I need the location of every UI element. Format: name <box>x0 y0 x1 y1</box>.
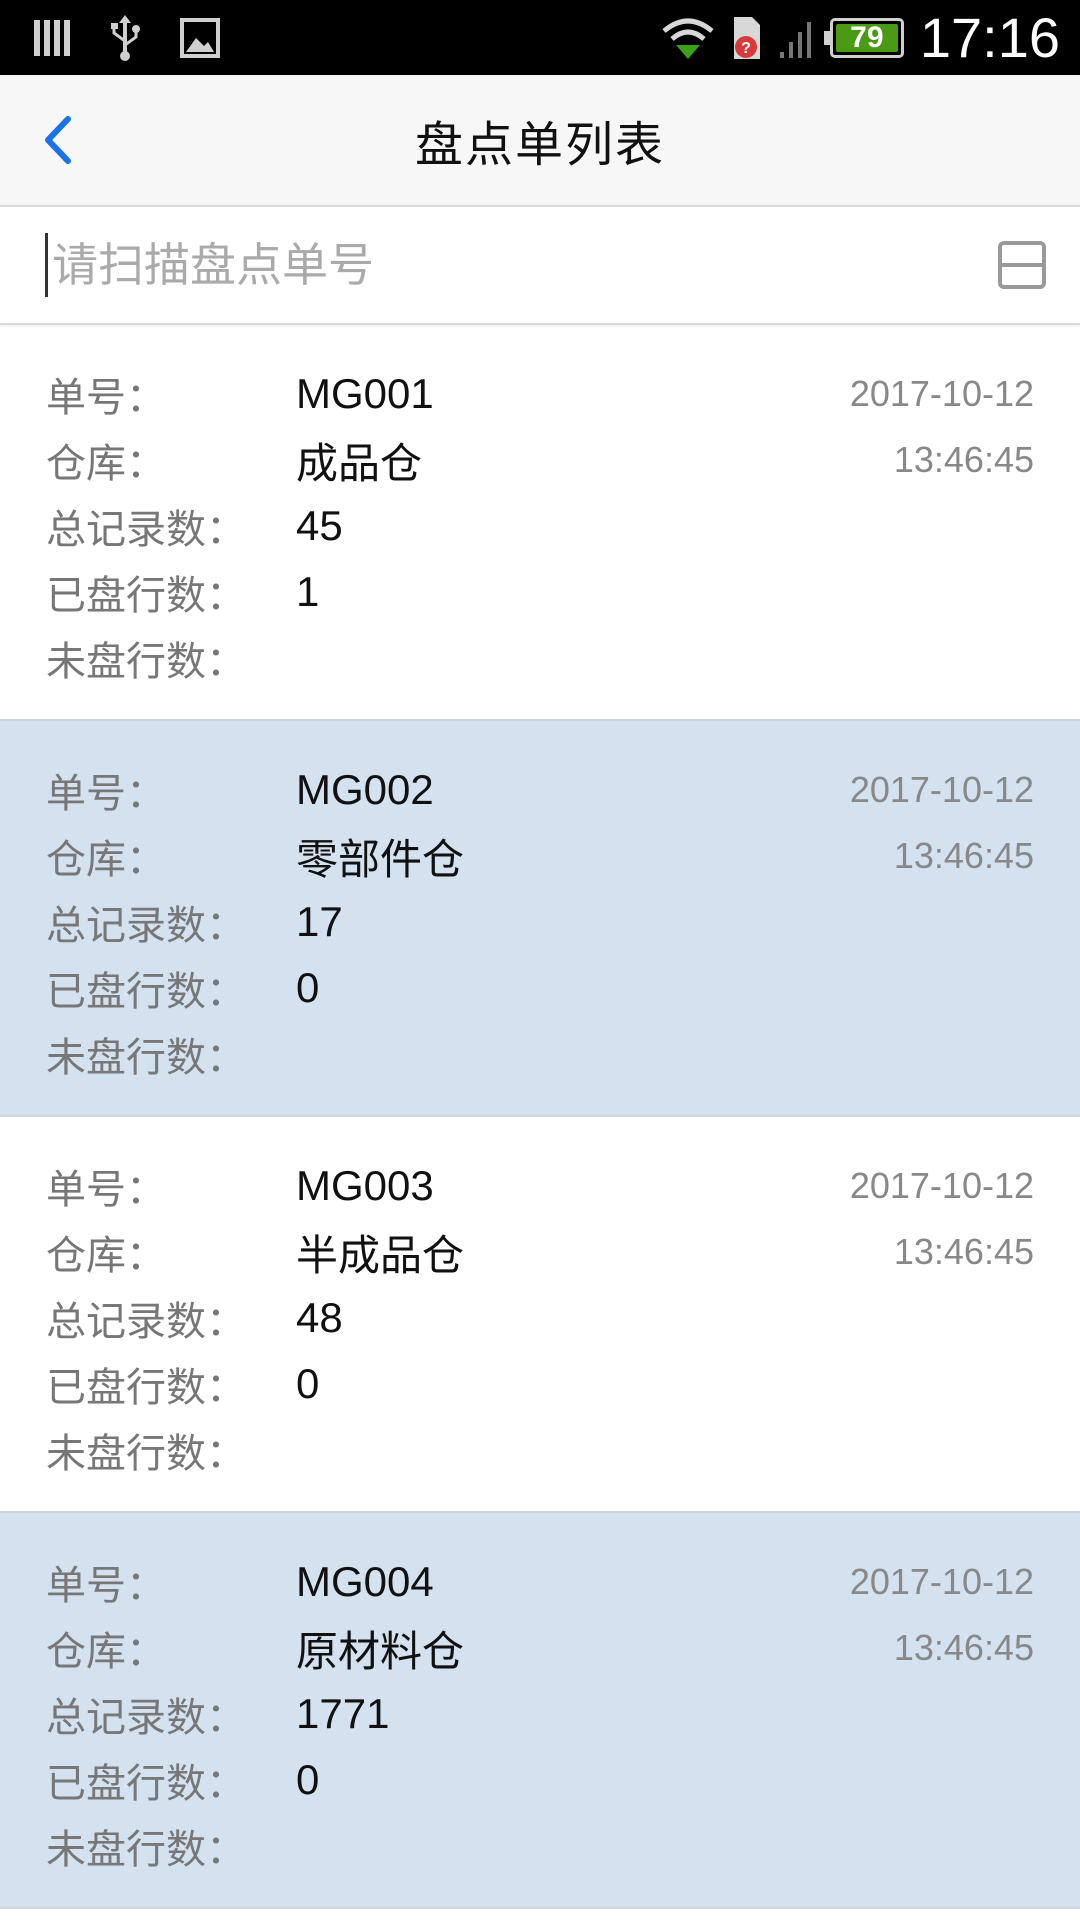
order-time: 13:46:45 <box>893 1231 1034 1272</box>
list-item[interactable]: 单号： MG002 仓库： 零部件仓 总记录数： 17 已盘行数： 0 未盘行数： 20… <box>0 721 1080 1117</box>
done-value: 0 <box>296 1360 320 1407</box>
timestamp: 2017-10-12 13:46:45 <box>850 757 1034 889</box>
warehouse-label: 仓库： <box>46 1629 166 1675</box>
total-label: 总记录数： <box>46 1299 246 1345</box>
total-value: 17 <box>296 898 343 945</box>
list-item[interactable]: 单号： MG001 仓库： 成品仓 总记录数： 45 已盘行数： 1 未盘行数： 201… <box>0 325 1080 721</box>
timestamp: 2017-10-12 13:46:45 <box>850 1549 1034 1681</box>
total-label: 总记录数： <box>46 903 246 949</box>
status-bar: ? 79 17:16 <box>0 0 1080 75</box>
done-value: 0 <box>296 1756 320 1803</box>
order-number: MG004 <box>296 1558 434 1605</box>
order-number: MG001 <box>296 370 434 417</box>
clock: 17:16 <box>919 6 1060 69</box>
number-label: 单号： <box>46 1167 166 1213</box>
chevron-left-icon <box>45 116 71 164</box>
usb-icon <box>108 14 142 61</box>
image-icon <box>180 17 220 58</box>
done-label: 已盘行数： <box>46 1761 246 1807</box>
search-input[interactable] <box>45 233 994 297</box>
order-time: 13:46:45 <box>893 1627 1034 1668</box>
order-number: MG003 <box>296 1162 434 1209</box>
sim-alert-icon: ? <box>730 15 764 61</box>
app-bar: 盘点单列表 <box>0 75 1080 207</box>
order-time: 13:46:45 <box>893 439 1034 480</box>
warehouse-value: 零部件仓 <box>296 834 465 884</box>
wifi-icon <box>662 17 714 59</box>
order-time: 13:46:45 <box>893 835 1034 876</box>
scan-button[interactable] <box>994 237 1050 293</box>
notification-bars-icon <box>34 18 70 58</box>
page-title: 盘点单列表 <box>414 117 665 173</box>
total-label: 总记录数： <box>46 1695 246 1741</box>
timestamp: 2017-10-12 13:46:45 <box>850 361 1034 493</box>
number-label: 单号： <box>46 1563 166 1609</box>
total-value: 1771 <box>296 1690 390 1737</box>
number-label: 单号： <box>46 375 166 421</box>
timestamp: 2017-10-12 13:46:45 <box>850 1153 1034 1285</box>
warehouse-label: 仓库： <box>46 441 166 487</box>
pending-label: 未盘行数： <box>46 639 246 685</box>
back-button[interactable] <box>40 75 110 205</box>
order-number: MG002 <box>296 766 434 813</box>
svg-text:?: ? <box>741 40 751 57</box>
status-bar-left <box>34 14 258 61</box>
signal-icon <box>779 18 814 58</box>
done-value: 1 <box>296 568 320 615</box>
warehouse-value: 成品仓 <box>296 438 423 488</box>
pending-label: 未盘行数： <box>46 1827 246 1873</box>
search-bar <box>0 207 1080 325</box>
done-value: 0 <box>296 964 320 1011</box>
battery-level: 79 <box>850 20 884 54</box>
done-label: 已盘行数： <box>46 573 246 619</box>
total-value: 45 <box>296 502 343 549</box>
order-list: 单号： MG001 仓库： 成品仓 总记录数： 45 已盘行数： 1 未盘行数： 201… <box>0 325 1080 1909</box>
warehouse-label: 仓库： <box>46 837 166 883</box>
warehouse-label: 仓库： <box>46 1233 166 1279</box>
order-date: 2017-10-12 <box>849 1561 1034 1602</box>
battery-icon: 79 <box>823 17 904 58</box>
number-label: 单号： <box>46 771 166 817</box>
pending-label: 未盘行数： <box>46 1035 246 1081</box>
order-date: 2017-10-12 <box>849 1165 1034 1206</box>
list-item[interactable]: 单号： MG003 仓库： 半成品仓 总记录数： 48 已盘行数： 0 未盘行数： 20… <box>0 1117 1080 1513</box>
scan-icon <box>998 241 1046 289</box>
warehouse-value: 原材料仓 <box>296 1626 465 1676</box>
pending-label: 未盘行数： <box>46 1431 246 1477</box>
total-value: 48 <box>296 1294 343 1341</box>
list-item[interactable]: 单号： MG004 仓库： 原材料仓 总记录数： 1771 已盘行数： 0 未盘行数： … <box>0 1513 1080 1909</box>
total-label: 总记录数： <box>46 507 246 553</box>
done-label: 已盘行数： <box>46 1365 246 1411</box>
done-label: 已盘行数： <box>46 969 246 1015</box>
status-bar-right: ? 79 17:16 <box>646 5 1060 70</box>
warehouse-value: 半成品仓 <box>296 1230 465 1280</box>
order-date: 2017-10-12 <box>849 769 1034 810</box>
order-date: 2017-10-12 <box>849 373 1034 414</box>
